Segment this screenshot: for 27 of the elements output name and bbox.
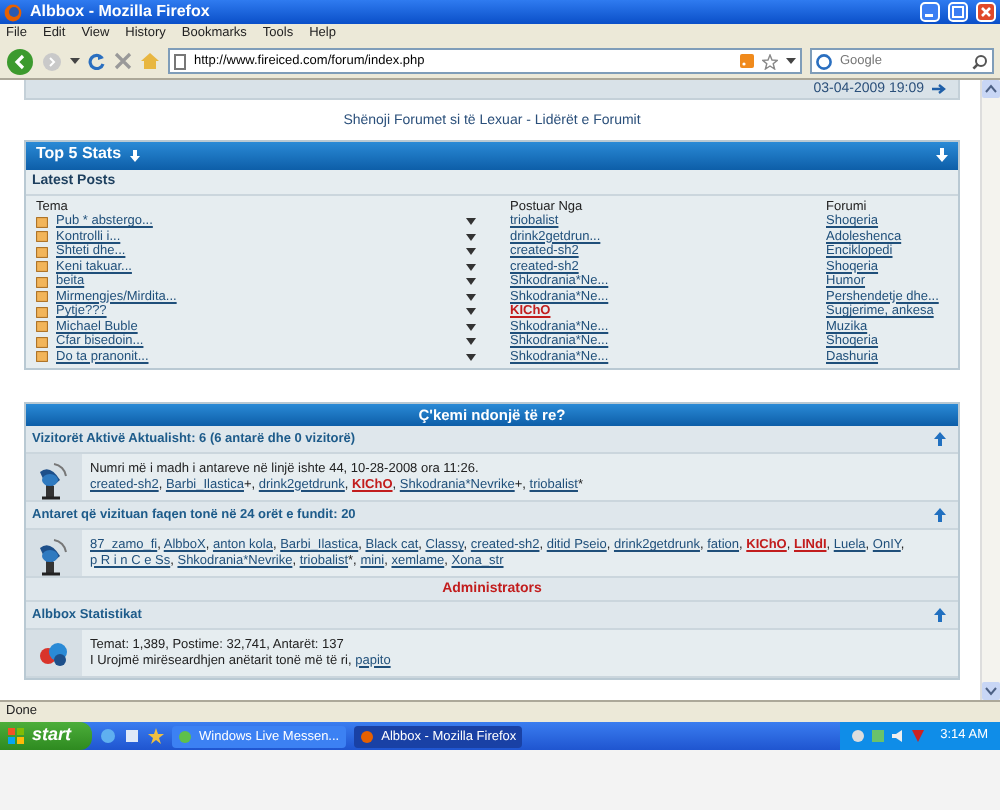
collapse-icon[interactable] (934, 432, 946, 447)
panel-title: Top 5 Stats (36, 146, 122, 165)
star-icon[interactable] (762, 53, 778, 69)
arrow-icon[interactable] (932, 84, 946, 94)
collapse-icon[interactable] (934, 508, 946, 523)
maximize-icon[interactable] (948, 2, 968, 22)
reload-icon[interactable] (88, 52, 106, 70)
search-icon[interactable] (972, 53, 988, 69)
down-arrow-icon[interactable] (129, 149, 140, 162)
caret-icon[interactable] (786, 56, 796, 66)
page-icon (174, 53, 186, 69)
stats-icon (38, 641, 70, 666)
search-engine-icon (816, 53, 832, 69)
stop-icon[interactable] (114, 52, 132, 70)
caret-icon[interactable] (70, 56, 80, 66)
window-title: Albbox - Mozilla Firefox (30, 3, 212, 21)
scroll-up-icon[interactable] (982, 80, 1000, 98)
close-icon[interactable] (976, 2, 996, 22)
media-icon[interactable] (147, 728, 164, 744)
scrollbar[interactable] (980, 80, 1000, 700)
down-arrow-icon[interactable] (936, 148, 948, 163)
scroll-down-icon[interactable] (982, 682, 1000, 700)
windows-logo-icon (8, 728, 24, 744)
collapse-icon[interactable] (934, 608, 946, 623)
minimize-icon[interactable] (920, 2, 940, 22)
volume-icon[interactable] (892, 730, 905, 742)
back-icon[interactable] (6, 47, 34, 75)
